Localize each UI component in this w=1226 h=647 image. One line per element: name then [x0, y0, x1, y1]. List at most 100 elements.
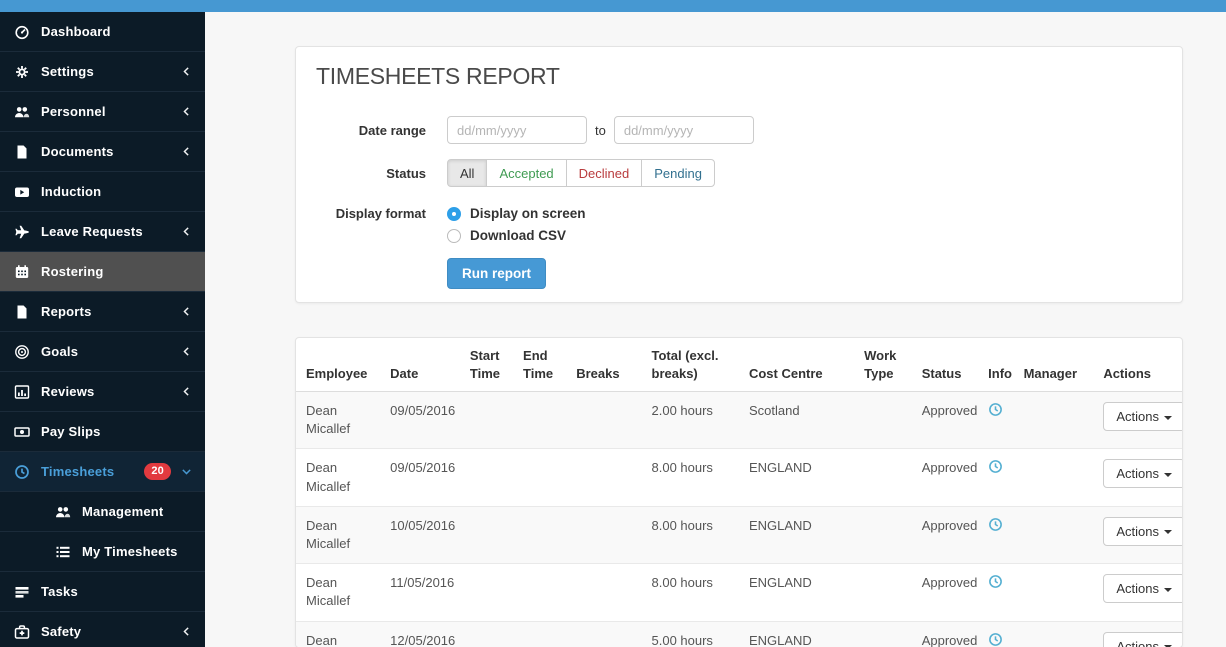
timesheets-count-badge: 20	[144, 463, 171, 480]
cell-actions: Actions	[1093, 564, 1182, 621]
sidebar-item-reports[interactable]: Reports	[0, 292, 205, 332]
tasks-icon	[14, 584, 30, 600]
status-filter-all[interactable]: All	[447, 159, 487, 187]
sidebar-item-dashboard[interactable]: Dashboard	[0, 12, 205, 52]
cell-breaks	[566, 449, 641, 506]
cell-end-time	[513, 449, 566, 506]
row-actions-button[interactable]: Actions	[1103, 632, 1183, 647]
sidebar-item-label: Management	[82, 504, 193, 519]
sidebar-item-reviews[interactable]: Reviews	[0, 372, 205, 412]
info-clock-icon[interactable]	[988, 459, 1003, 474]
cell-date: 09/05/2016	[380, 392, 460, 449]
sidebar-item-safety[interactable]: Safety	[0, 612, 205, 647]
cell-total: 5.00 hours	[642, 621, 739, 647]
chevron-left-icon	[180, 65, 193, 78]
cell-employee: Dean Micallef	[296, 392, 380, 449]
cell-work-type	[854, 449, 912, 506]
info-clock-icon[interactable]	[988, 402, 1003, 417]
cell-employee: Dean Micallef	[296, 564, 380, 621]
col-header-work-type: Work Type	[854, 338, 912, 392]
date-to-input[interactable]	[614, 116, 754, 144]
sidebar-item-management[interactable]: Management	[0, 492, 205, 532]
row-actions-label: Actions	[1116, 639, 1159, 647]
cell-date: 11/05/2016	[380, 564, 460, 621]
cell-work-type	[854, 564, 912, 621]
chevron-left-icon	[180, 305, 193, 318]
info-clock-icon[interactable]	[988, 517, 1003, 532]
timesheets-table-card: EmployeeDateStart TimeEnd TimeBreaksTota…	[295, 337, 1183, 647]
status-button-group: AllAcceptedDeclinedPending	[447, 159, 715, 187]
row-actions-label: Actions	[1116, 409, 1159, 424]
table-row: Dean Micallef12/05/20165.00 hoursENGLAND…	[296, 621, 1182, 647]
cell-status: Approved	[912, 392, 978, 449]
chevron-left-icon	[180, 345, 193, 358]
cell-date: 12/05/2016	[380, 621, 460, 647]
sidebar-item-rostering[interactable]: Rostering	[0, 252, 205, 292]
chevron-down-icon	[180, 465, 193, 478]
sidebar-item-documents[interactable]: Documents	[0, 132, 205, 172]
caret-down-icon	[1164, 530, 1172, 534]
sidebar-item-label: Dashboard	[41, 24, 193, 39]
sidebar-item-my-timesheets[interactable]: My Timesheets	[0, 532, 205, 572]
sidebar-item-tasks[interactable]: Tasks	[0, 572, 205, 612]
sidebar-item-personnel[interactable]: Personnel	[0, 92, 205, 132]
run-report-button[interactable]: Run report	[447, 258, 546, 289]
table-row: Dean Micallef10/05/20168.00 hoursENGLAND…	[296, 506, 1182, 563]
info-clock-icon[interactable]	[988, 632, 1003, 647]
table-header-row: EmployeeDateStart TimeEnd TimeBreaksTota…	[296, 338, 1182, 392]
cell-status: Approved	[912, 564, 978, 621]
col-header-start-time: Start Time	[460, 338, 513, 392]
cell-date: 10/05/2016	[380, 506, 460, 563]
row-actions-button[interactable]: Actions	[1103, 402, 1183, 431]
chevron-left-icon	[180, 385, 193, 398]
status-filter-declined[interactable]: Declined	[566, 159, 643, 187]
col-header-manager: Manager	[1014, 338, 1094, 392]
cell-breaks	[566, 621, 641, 647]
sidebar-item-settings[interactable]: Settings	[0, 52, 205, 92]
sidebar-item-induction[interactable]: Induction	[0, 172, 205, 212]
cell-date: 09/05/2016	[380, 449, 460, 506]
row-actions-button[interactable]: Actions	[1103, 459, 1183, 488]
cell-breaks	[566, 564, 641, 621]
cell-status: Approved	[912, 621, 978, 647]
cell-work-type	[854, 506, 912, 563]
display-format-row: Display format Display on screenDownload…	[316, 206, 1162, 250]
document-icon	[14, 304, 30, 320]
date-from-input[interactable]	[447, 116, 587, 144]
cell-breaks	[566, 392, 641, 449]
row-actions-button[interactable]: Actions	[1103, 574, 1183, 603]
cell-info	[978, 506, 1013, 563]
radio-button-icon[interactable]	[447, 229, 461, 243]
sidebar-item-goals[interactable]: Goals	[0, 332, 205, 372]
cell-end-time	[513, 621, 566, 647]
cell-cost-centre: ENGLAND	[739, 506, 854, 563]
row-actions-button[interactable]: Actions	[1103, 517, 1183, 546]
sidebar-item-label: Tasks	[41, 584, 193, 599]
chevron-left-icon	[180, 625, 193, 638]
caret-down-icon	[1164, 473, 1172, 477]
cell-end-time	[513, 506, 566, 563]
radio-option-download-csv[interactable]: Download CSV	[447, 228, 586, 243]
chevron-left-icon	[180, 225, 193, 238]
cell-end-time	[513, 564, 566, 621]
cell-info	[978, 392, 1013, 449]
sidebar-item-timesheets[interactable]: Timesheets20	[0, 452, 205, 492]
col-header-end-time: End Time	[513, 338, 566, 392]
radio-button-icon[interactable]	[447, 207, 461, 221]
cell-actions: Actions	[1093, 449, 1182, 506]
gears-icon	[14, 64, 30, 80]
sidebar-item-label: Reports	[41, 304, 180, 319]
chevron-left-icon	[180, 105, 193, 118]
date-range-row: Date range to	[316, 116, 1162, 144]
cell-actions: Actions	[1093, 392, 1182, 449]
radio-label: Display on screen	[470, 206, 586, 221]
sidebar-item-leave-requests[interactable]: Leave Requests	[0, 212, 205, 252]
table-row: Dean Micallef09/05/20168.00 hoursENGLAND…	[296, 449, 1182, 506]
sidebar-item-pay-slips[interactable]: Pay Slips	[0, 412, 205, 452]
status-filter-pending[interactable]: Pending	[641, 159, 715, 187]
cell-cost-centre: ENGLAND	[739, 449, 854, 506]
cell-manager	[1014, 564, 1094, 621]
radio-option-display-on-screen[interactable]: Display on screen	[447, 206, 586, 221]
info-clock-icon[interactable]	[988, 574, 1003, 589]
status-filter-accepted[interactable]: Accepted	[486, 159, 566, 187]
